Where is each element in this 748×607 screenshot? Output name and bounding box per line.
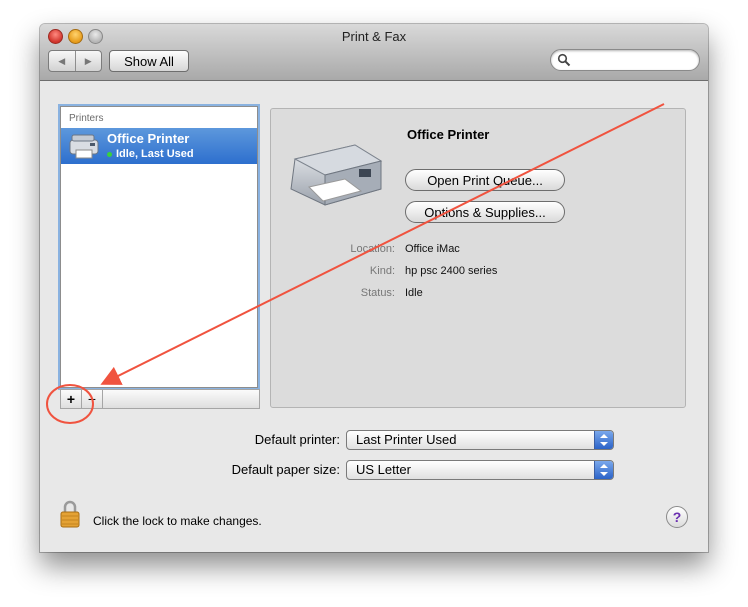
add-printer-button[interactable]: + xyxy=(61,390,82,408)
location-value: Office iMac xyxy=(405,243,460,255)
default-paper-size-label: Default paper size: xyxy=(231,462,340,477)
title-bar: Print & Fax ◀ ▶ Show All xyxy=(40,24,708,81)
help-button[interactable]: ? xyxy=(666,506,688,528)
nav-segment: ◀ ▶ xyxy=(48,50,102,72)
remove-printer-button[interactable]: − xyxy=(82,390,103,408)
printer-list-item-name: Office Printer xyxy=(107,131,190,146)
printer-detail-title: Office Printer xyxy=(407,127,490,142)
status-dot-icon xyxy=(107,152,112,157)
printer-list-item[interactable]: Office Printer Idle, Last Used xyxy=(61,128,257,164)
default-paper-size-select[interactable]: US Letter xyxy=(346,460,614,480)
printer-image xyxy=(290,144,383,206)
status-value: Idle xyxy=(405,287,423,299)
popup-arrows-icon xyxy=(594,461,613,479)
print-fax-window: Print & Fax ◀ ▶ Show All Printers Office… xyxy=(40,24,708,552)
printer-list[interactable]: Printers Office Printer Idle, Last Used xyxy=(60,106,258,388)
status-label: Status: xyxy=(360,287,395,299)
default-printer-value: Last Printer Used xyxy=(356,432,457,447)
back-arrow-icon[interactable]: ◀ xyxy=(49,51,76,71)
kind-label: Kind: xyxy=(369,265,395,277)
options-supplies-button[interactable]: Options & Supplies... xyxy=(405,201,565,223)
default-printer-label: Default printer: xyxy=(254,432,340,447)
list-button-bar: + − xyxy=(60,389,260,409)
search-input[interactable] xyxy=(550,49,700,71)
window-title: Print & Fax xyxy=(341,29,407,44)
show-all-button[interactable]: Show All xyxy=(109,50,189,72)
default-paper-size-value: US Letter xyxy=(356,462,411,477)
popup-arrows-icon xyxy=(594,431,613,449)
location-label: Location: xyxy=(350,243,395,255)
open-print-queue-button[interactable]: Open Print Queue... xyxy=(405,169,565,191)
lock-message: Click the lock to make changes. xyxy=(93,514,262,528)
kind-value: hp psc 2400 series xyxy=(405,265,498,277)
lock-icon[interactable] xyxy=(60,500,80,528)
printer-icon xyxy=(69,134,99,159)
search-icon xyxy=(557,53,571,67)
forward-arrow-icon[interactable]: ▶ xyxy=(76,51,102,71)
printer-detail-pane: Office Printer Open Print Queue... Optio… xyxy=(270,108,686,408)
printer-list-header: Printers xyxy=(69,113,104,124)
printer-list-item-status: Idle, Last Used xyxy=(116,148,194,160)
default-printer-select[interactable]: Last Printer Used xyxy=(346,430,614,450)
